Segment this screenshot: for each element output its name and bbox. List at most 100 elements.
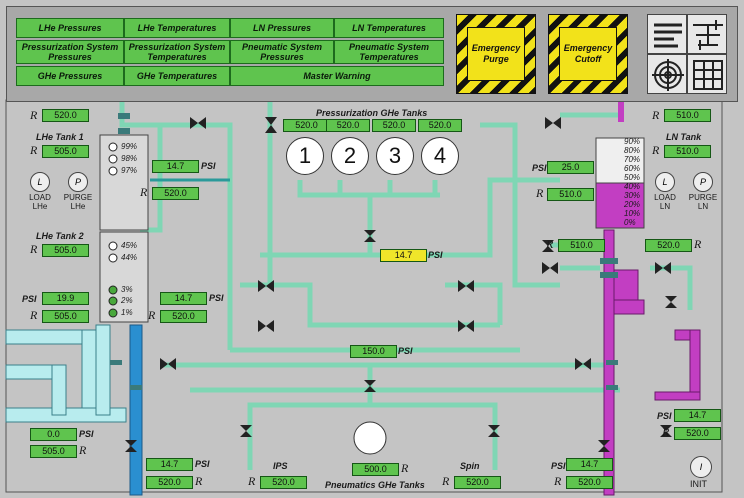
ln-r-readout: 510.0 [664, 145, 711, 158]
schematic-icon[interactable] [687, 14, 727, 54]
r-unit: R [195, 474, 203, 488]
nav-lhe-pressures[interactable]: LHe Pressures [16, 18, 124, 38]
lhe-tank2-r-readout: 505.0 [42, 244, 89, 257]
purge-lhe-button[interactable]: P [68, 172, 88, 192]
emergency-cutoff-button[interactable]: Emergency Cutoff [548, 14, 628, 94]
ln-level: 80% [624, 146, 641, 155]
r-unit: R [248, 474, 256, 488]
lhe-tank2-level: 3% [121, 285, 133, 294]
ghe-tank-2[interactable]: 2 [331, 137, 369, 175]
ln-tank-label: LN Tank [666, 132, 702, 142]
r-unit: R [30, 308, 38, 322]
nav-master-warning[interactable]: Master Warning [230, 66, 444, 86]
psi-unit: PSI [428, 250, 443, 260]
target-icon[interactable] [647, 54, 687, 94]
lhe-tank2-level: 2% [121, 296, 133, 305]
lhe-tank1-r-readout: 505.0 [42, 145, 89, 158]
nav-pressurization-temperatures[interactable]: Pressurization System Temperatures [124, 40, 230, 64]
psi-unit: PSI [195, 459, 210, 469]
psi-unit: PSI [201, 161, 216, 171]
r-unit: R [662, 425, 670, 439]
lhe2-r-right-readout: 520.0 [160, 310, 207, 323]
nav-pneumatic-pressures[interactable]: Pneumatic System Pressures [230, 40, 334, 64]
r-unit: R [546, 237, 554, 251]
ln-level: 70% [624, 155, 641, 164]
emergency-purge-label: Emergency Purge [467, 27, 525, 81]
r-unit: R [652, 143, 660, 157]
pneumatics-tanks-label: Pneumatics GHe Tanks [325, 480, 425, 490]
ln-level: 90% [624, 137, 641, 146]
ghe-tank2-readout: 520.0 [326, 119, 370, 132]
lhe-tank1-level: 97% [121, 166, 138, 175]
nav-ghe-pressures[interactable]: GHe Pressures [16, 66, 124, 86]
ln-level: 50% [624, 173, 641, 182]
ghe-tank4-readout: 520.0 [418, 119, 462, 132]
psi-unit: PSI [209, 293, 224, 303]
bottom-left-r-readout: 520.0 [146, 476, 193, 489]
left-psi-readout: 0.0 [30, 428, 77, 441]
pneumatic-tank-r-readout: 500.0 [352, 463, 399, 476]
pressurization-tanks-label: Pressurization GHe Tanks [316, 108, 428, 118]
load-ln-button[interactable]: L [655, 172, 675, 192]
lhe2-psi-readout: 19.9 [42, 292, 89, 305]
r-unit: R [554, 474, 562, 488]
r-unit: R [401, 461, 409, 475]
load-lhe-label: LOAD LHe [29, 193, 51, 211]
purge-lhe-label: PURGE LHe [63, 193, 93, 211]
nav-lhe-temperatures[interactable]: LHe Temperatures [124, 18, 230, 38]
spin-r-readout: 520.0 [454, 476, 501, 489]
list-icon[interactable] [647, 14, 687, 54]
psi-unit: PSI [551, 461, 566, 471]
ln-r-right-readout: 520.0 [645, 239, 692, 252]
r-unit: R [79, 443, 87, 457]
purge-ln-button[interactable]: P [693, 172, 713, 192]
nav-pneumatic-temperatures[interactable]: Pneumatic System Temperatures [334, 40, 444, 64]
spin-label: Spin [460, 461, 480, 471]
ln-level: 10% [624, 209, 641, 218]
r-unit: R [442, 474, 450, 488]
r-unit: R [652, 108, 660, 122]
bottom-right-r-readout: 520.0 [566, 476, 613, 489]
load-lhe-button[interactable]: L [30, 172, 50, 192]
control-panel: LHe Pressures LHe Temperatures LN Pressu… [0, 0, 744, 498]
load-ln-label: LOAD LN [654, 193, 676, 211]
lhe1-psi-readout: 14.7 [152, 160, 199, 173]
nav-ln-temperatures[interactable]: LN Temperatures [334, 18, 444, 38]
psi-unit: PSI [657, 411, 672, 421]
data-grid-icon[interactable] [687, 54, 727, 94]
lhe-tank2-level: 45% [121, 241, 138, 250]
r-unit: R [694, 237, 702, 251]
lhe-tank1-label: LHe Tank 1 [36, 132, 84, 142]
top-left-r-readout: 520.0 [42, 109, 89, 122]
r-unit: R [30, 143, 38, 157]
ln-r-low-readout: 510.0 [558, 239, 605, 252]
nav-ln-pressures[interactable]: LN Pressures [230, 18, 334, 38]
nav-pressurization-pressures[interactable]: Pressurization System Pressures [16, 40, 124, 64]
lhe-tank2-level: 1% [121, 308, 133, 317]
ln-level: 30% [624, 191, 641, 200]
ghe-tank-1[interactable]: 1 [286, 137, 324, 175]
psi-unit: PSI [532, 163, 547, 173]
r-unit: R [30, 242, 38, 256]
right-psi-readout: 14.7 [674, 409, 721, 422]
ln-level: 40% [624, 182, 641, 191]
ln-level: 20% [624, 200, 641, 209]
init-button[interactable]: I [690, 456, 712, 478]
lhe1-r2-readout: 520.0 [152, 187, 199, 200]
ln-psi-readout: 25.0 [547, 161, 594, 174]
psi-unit: PSI [79, 429, 94, 439]
center-psi-readout: 14.7 [380, 249, 427, 262]
purge-ln-label: PURGE LN [688, 193, 718, 211]
ln-level: 0% [624, 218, 636, 227]
r-unit: R [148, 308, 156, 322]
nav-ghe-temperatures[interactable]: GHe Temperatures [124, 66, 230, 86]
emergency-purge-button[interactable]: Emergency Purge [456, 14, 536, 94]
r-unit: R [30, 108, 38, 122]
r-unit: R [536, 186, 544, 200]
lhe-tank2-level: 44% [121, 253, 138, 262]
lhe-tank1-level: 98% [121, 154, 138, 163]
init-label: INIT [690, 479, 707, 489]
bottom-right-psi-readout: 14.7 [566, 458, 613, 471]
ghe-tank-3[interactable]: 3 [376, 137, 414, 175]
ghe-tank-4[interactable]: 4 [421, 137, 459, 175]
